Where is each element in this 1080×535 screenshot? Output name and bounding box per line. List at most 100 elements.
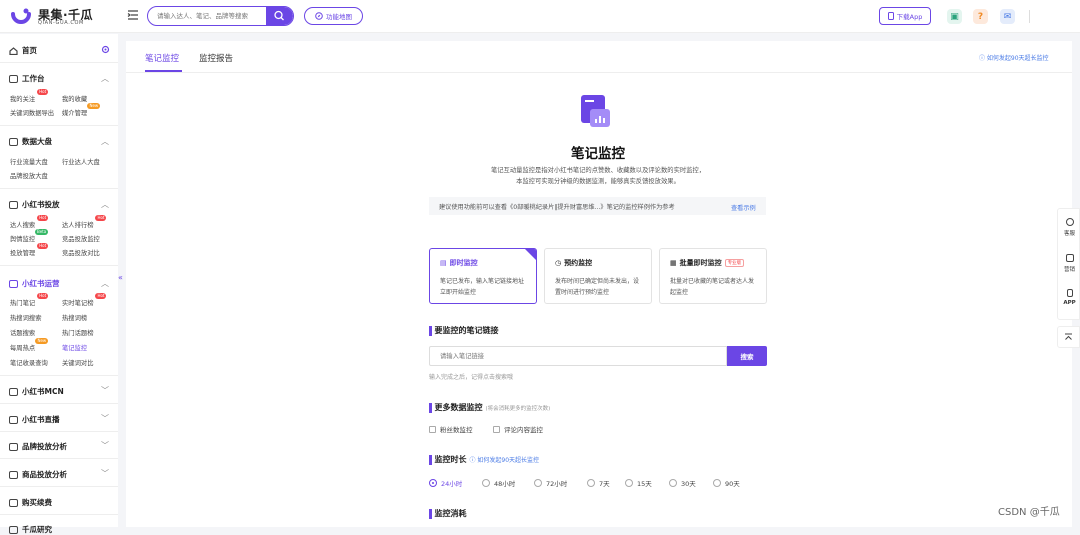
sidebar-collapse-icon[interactable]: « bbox=[118, 273, 123, 282]
duration-option-90d[interactable]: 90天 bbox=[713, 478, 740, 488]
chevron-up-icon[interactable]: ︿ bbox=[101, 73, 109, 84]
chevron-up-icon[interactable]: ︿ bbox=[101, 278, 109, 289]
sidebar-item-weekly-hot[interactable]: 每周热点 New bbox=[10, 338, 49, 352]
sidebar-item-competitor-monitor[interactable]: 竞品投放监控 bbox=[62, 234, 100, 243]
section-marker bbox=[429, 508, 432, 519]
download-app-button[interactable]: 下载App bbox=[879, 7, 931, 25]
sidebar-section-purchase[interactable]: 购买续费 bbox=[9, 497, 52, 508]
section-title: 商品投放分析 bbox=[22, 470, 67, 479]
scheduled-monitor-card[interactable]: ◷ 预约监控 发布时间已确定但尚未发出，设置时间进行预约监控 bbox=[544, 248, 652, 304]
sidebar-item-note-monitor[interactable]: 笔记监控 bbox=[62, 343, 87, 352]
sidebar-section-data-board[interactable]: 数据大盘 bbox=[9, 136, 52, 147]
chevron-down-icon[interactable]: ﹀ bbox=[101, 468, 109, 479]
duration-option-24h[interactable]: 24小时 bbox=[429, 478, 462, 488]
item-label: 竞品投放监控 bbox=[62, 236, 100, 243]
sidebar-section-live[interactable]: 小红书直播 bbox=[9, 414, 60, 425]
sidebar-item-hot-search[interactable]: 热搜词搜索 bbox=[10, 313, 41, 322]
chevron-down-icon[interactable]: ﹀ bbox=[101, 385, 109, 396]
sidebar-divider bbox=[0, 62, 118, 63]
sidebar-item-home[interactable]: 首页 bbox=[9, 45, 37, 56]
note-link-input[interactable] bbox=[429, 346, 727, 366]
chevron-down-icon[interactable]: ﹀ bbox=[101, 440, 109, 451]
chevron-down-icon[interactable]: ﹀ bbox=[101, 413, 109, 424]
fans-monitor-checkbox[interactable]: 粉丝数监控 bbox=[429, 424, 473, 434]
sidebar-section-mcn[interactable]: 小红书MCN bbox=[9, 386, 64, 397]
brand-domain: QIAN-GUA.COM bbox=[38, 20, 84, 26]
duration-option-7d[interactable]: 7天 bbox=[587, 478, 610, 488]
sidebar-item-my-follow[interactable]: 我的关注 Hot bbox=[10, 89, 49, 103]
brand-logo[interactable] bbox=[10, 6, 32, 28]
link-search-button[interactable]: 搜索 bbox=[727, 346, 767, 366]
radio-label: 48小时 bbox=[494, 480, 516, 488]
card-description: 笔记已发布，输入笔记链接地址立即开始监控 bbox=[440, 278, 525, 296]
description-line-2: 本监控可实现分钟级的数据监测，能够真实反馈投放效果。 bbox=[516, 178, 680, 185]
sidebar-item-brand-board[interactable]: 品牌投放大盘 bbox=[10, 171, 48, 180]
new-badge: New bbox=[87, 103, 101, 109]
sidebar-item-live-note-rank[interactable]: 实时笔记榜 Hot bbox=[62, 293, 107, 307]
function-map-label: 功能地图 bbox=[326, 13, 352, 21]
chevron-up-icon[interactable]: ︿ bbox=[101, 199, 109, 210]
sidebar-item-hot-search-rank[interactable]: 热搜词榜 bbox=[62, 313, 87, 322]
long-monitor-help-link[interactable]: ⓘ 如何发起90天超长监控 bbox=[979, 53, 1049, 62]
sidebar-item-industry-traffic[interactable]: 行业流量大盘 bbox=[10, 157, 48, 166]
page-title: 笔记监控 bbox=[571, 146, 625, 162]
sidebar-item-keyword-compare[interactable]: 关键词对比 bbox=[62, 358, 93, 367]
mail-icon[interactable]: ✉ bbox=[1000, 9, 1015, 24]
sidebar-item-my-favorites[interactable]: 我的收藏 bbox=[62, 94, 87, 103]
sidebar-section-research[interactable]: 千瓜研究 bbox=[9, 524, 52, 535]
sidebar-section-product-analysis[interactable]: 商品投放分析 bbox=[9, 469, 67, 480]
sidebar-item-keyword-export[interactable]: 关键词数据导出 bbox=[10, 108, 54, 117]
app-button[interactable]: APP bbox=[1058, 289, 1080, 306]
sidebar-divider bbox=[0, 458, 118, 459]
marketing-button[interactable]: 营销 bbox=[1058, 254, 1080, 273]
hot-badge: Hot bbox=[95, 293, 107, 299]
search-button[interactable] bbox=[266, 7, 293, 25]
duration-option-15d[interactable]: 15天 bbox=[625, 478, 652, 488]
team-icon[interactable]: ▣ bbox=[947, 9, 962, 24]
sidebar-item-kol-search[interactable]: 达人搜索 Hot bbox=[10, 215, 49, 229]
customer-service-button[interactable]: 客服 bbox=[1058, 218, 1080, 237]
sidebar-item-media-manage[interactable]: 媒介管理 New bbox=[62, 103, 101, 117]
duration-option-30d[interactable]: 30天 bbox=[669, 478, 696, 488]
menu-icon[interactable] bbox=[127, 9, 139, 21]
sidebar-section-xhs-ops[interactable]: 小红书运营 bbox=[9, 278, 60, 289]
comment-monitor-checkbox[interactable]: 评论内容监控 bbox=[493, 424, 543, 434]
sidebar-item-hot-notes[interactable]: 热门笔记 Hot bbox=[10, 293, 49, 307]
sidebar-item-industry-kol[interactable]: 行业达人大盘 bbox=[62, 157, 100, 166]
float-label: 客服 bbox=[1063, 231, 1075, 237]
duration-option-48h[interactable]: 48小时 bbox=[482, 478, 515, 488]
tab-note-monitor[interactable]: 笔记监控 bbox=[145, 52, 179, 64]
settings-icon[interactable] bbox=[101, 45, 110, 54]
sidebar-item-hot-topic-rank[interactable]: 热门话题榜 bbox=[62, 328, 93, 337]
batch-monitor-card[interactable]: ▦ 批量即时监控 专业版 批量对已收藏的笔记或者达人发起监控 bbox=[659, 248, 767, 304]
arrow-up-icon bbox=[1065, 333, 1072, 340]
section-marker bbox=[429, 402, 432, 413]
sidebar-item-topic-search[interactable]: 话题搜索 bbox=[10, 328, 35, 337]
instant-monitor-card[interactable]: ▤ 即时监控 笔记已发布，输入笔记链接地址立即开始监控 bbox=[429, 248, 537, 304]
duration-option-72h[interactable]: 72小时 bbox=[534, 478, 567, 488]
checkbox-box bbox=[493, 425, 500, 433]
chevron-up-icon[interactable]: ︿ bbox=[101, 136, 109, 147]
sidebar-divider bbox=[0, 125, 118, 126]
description-line-1: 笔记互动量监控是指对小红书笔记的点赞数、收藏数以及评论数的实时监控， bbox=[490, 167, 706, 174]
help-icon[interactable]: ? bbox=[973, 9, 988, 24]
float-label: APP bbox=[1063, 300, 1076, 306]
sidebar-item-ad-manage[interactable]: 投放管理 Hot bbox=[10, 243, 49, 257]
function-map-button[interactable]: 功能地图 bbox=[304, 7, 363, 25]
sidebar-item-sentiment[interactable]: 舆情监控 Beta bbox=[10, 229, 49, 243]
duration-help-link[interactable]: ⓘ 如何发起90天超长监控 bbox=[470, 455, 540, 464]
search-input[interactable] bbox=[148, 7, 266, 25]
header-divider bbox=[1029, 10, 1030, 23]
sidebar-section-workbench[interactable]: 工作台 bbox=[9, 73, 45, 84]
back-to-top-button[interactable] bbox=[1057, 326, 1080, 348]
sidebar-section-xhs-ads[interactable]: 小红书投放 bbox=[9, 199, 60, 210]
checkbox-box bbox=[429, 425, 436, 433]
sidebar-item-note-index[interactable]: 笔记收录查询 bbox=[10, 358, 48, 367]
view-example-link[interactable]: 查看示例 bbox=[731, 203, 756, 212]
sidebar-section-brand-analysis[interactable]: 品牌投放分析 bbox=[9, 441, 67, 452]
sidebar-item-competitor-compare[interactable]: 竞品投放对比 bbox=[62, 248, 100, 257]
product-icon bbox=[9, 470, 18, 479]
section-title: 购买续费 bbox=[22, 498, 52, 507]
sidebar-item-kol-rank[interactable]: 达人排行榜 Hot bbox=[62, 215, 107, 229]
tab-monitor-report[interactable]: 监控报告 bbox=[199, 52, 233, 64]
